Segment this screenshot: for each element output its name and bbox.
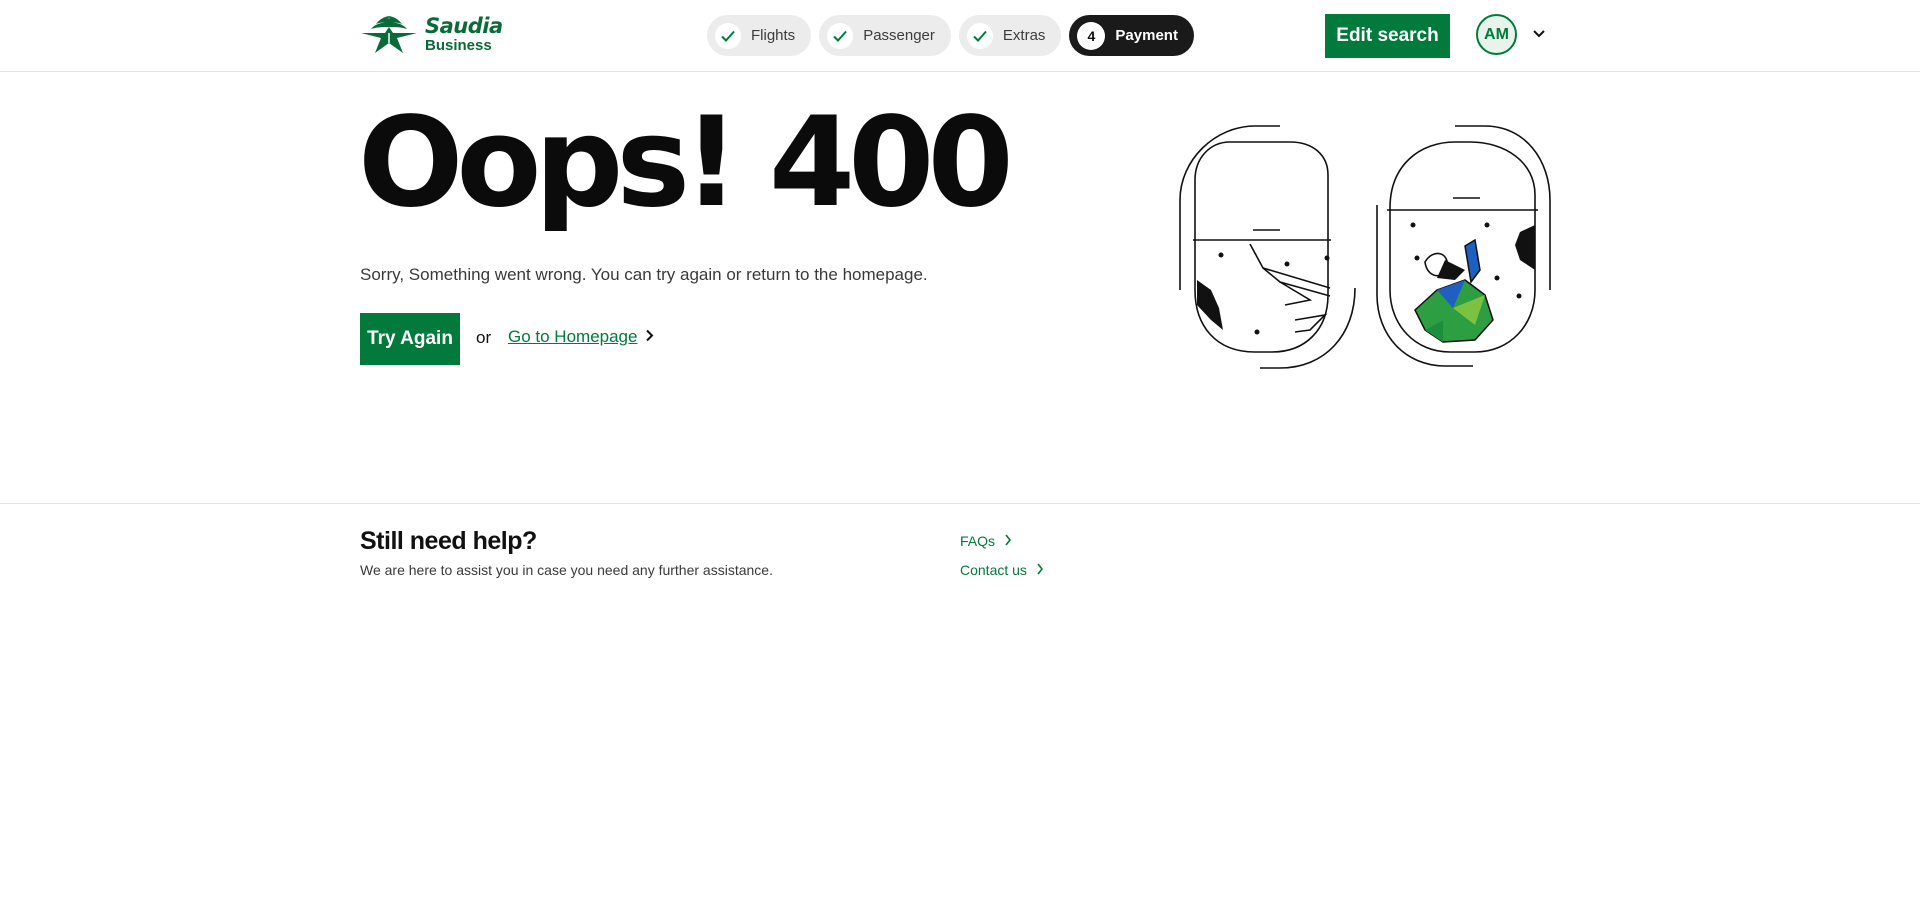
header: Saudia Business Flights Passenger Extras… (0, 0, 1920, 72)
step-flights[interactable]: Flights (707, 15, 812, 56)
contact-us-link[interactable]: Contact us (960, 562, 1044, 578)
left-window-icon (1179, 125, 1356, 369)
airplane-windows-illustration (1175, 120, 1575, 385)
step-label: Payment (1115, 27, 1178, 44)
step-label: Passenger (863, 27, 935, 44)
avatar[interactable]: AM (1476, 14, 1517, 55)
contact-us-label: Contact us (960, 562, 1027, 578)
step-payment[interactable]: 4 Payment (1069, 15, 1194, 56)
step-passenger[interactable]: Passenger (819, 15, 951, 56)
check-icon (827, 22, 854, 49)
help-divider (0, 503, 1920, 504)
error-description: Sorry, Something went wrong. You can try… (360, 265, 928, 284)
edit-search-button[interactable]: Edit search (1325, 14, 1450, 58)
saudia-business-logo[interactable]: Saudia Business (359, 12, 503, 56)
chevron-right-icon (1004, 533, 1012, 549)
step-label: Flights (751, 27, 796, 44)
step-extras[interactable]: Extras (958, 15, 1062, 56)
faqs-label: FAQs (960, 533, 996, 549)
check-icon (966, 22, 993, 49)
help-subtitle: We are here to assist you in case you ne… (360, 562, 773, 578)
chevron-down-icon[interactable] (1532, 26, 1546, 44)
help-title: Still need help? (360, 527, 537, 555)
check-icon (715, 22, 741, 49)
saudia-palm-logo-icon (361, 16, 417, 53)
go-to-homepage-link[interactable]: Go to Homepage (508, 327, 654, 347)
try-again-button[interactable]: Try Again (360, 313, 460, 365)
or-text: or (476, 328, 492, 347)
faqs-link[interactable]: FAQs (960, 533, 1012, 549)
logo-brand-text: Saudia (425, 13, 503, 38)
step-number: 4 (1077, 21, 1106, 50)
homepage-link-label: Go to Homepage (508, 327, 638, 346)
error-title: Oops! 400 (358, 91, 1014, 235)
booking-steps: Flights Passenger Extras 4 Payment (707, 15, 1194, 56)
step-label: Extras (1002, 27, 1046, 44)
logo-sub-text: Business (425, 36, 492, 54)
chevron-right-icon (1036, 562, 1044, 578)
chevron-right-icon (645, 327, 654, 347)
